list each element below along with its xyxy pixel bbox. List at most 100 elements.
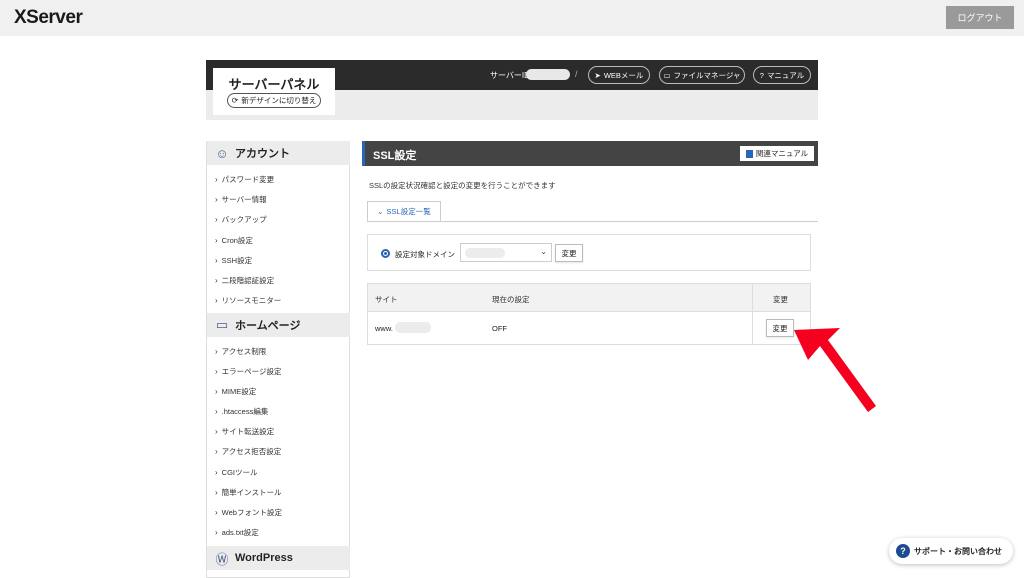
help-circle-icon: ?: [896, 544, 910, 558]
sidebar-item-label: Cron設定: [221, 236, 253, 245]
sidebar: ☺ アカウント › パスワード変更 › サーバー情報 › バックアップ › Cron設定…: [206, 141, 350, 578]
sidebar-item-label: CGIツール: [221, 468, 258, 477]
related-manual-button[interactable]: 関連マニュアル: [740, 146, 814, 161]
webmail-button[interactable]: ➤ WEBメール: [588, 66, 650, 84]
logout-button[interactable]: ログアウト: [946, 6, 1014, 29]
sidebar-item-ads-txt[interactable]: › ads.txt設定: [215, 527, 259, 538]
sidebar-item-label: サーバー情報: [221, 195, 267, 204]
chevron-right-icon: ›: [215, 468, 218, 477]
sidebar-item-label: アクセス制限: [221, 347, 267, 356]
sidebar-item-easy-install[interactable]: › 簡単インストール: [215, 487, 282, 498]
chevron-right-icon: ›: [215, 195, 218, 204]
server-id-value: [526, 69, 570, 80]
send-icon: ➤: [594, 70, 601, 80]
chevron-right-icon: ›: [215, 347, 218, 356]
domain-value: [465, 248, 505, 258]
domain-select[interactable]: ⌄: [460, 243, 552, 262]
sidebar-item-label: バックアップ: [221, 215, 267, 224]
sidebar-item-error-page[interactable]: › エラーページ設定: [215, 366, 282, 377]
sidebar-item-access-deny[interactable]: › アクセス拒否設定: [215, 446, 281, 457]
sidebar-item-label: サイト転送設定: [221, 427, 275, 436]
chevron-right-icon: ›: [215, 427, 218, 436]
sidebar-item-backup[interactable]: › バックアップ: [215, 214, 267, 225]
cell-site: www.: [375, 324, 393, 333]
ssl-title-bar: SSL設定 関連マニュアル: [362, 141, 818, 166]
manual-button[interactable]: ? マニュアル: [753, 66, 811, 84]
red-arrow-pointer: [794, 328, 876, 412]
cell-status: OFF: [492, 324, 507, 333]
chevron-right-icon: ›: [215, 508, 218, 517]
domain-change-button[interactable]: 変更: [555, 244, 583, 262]
sidebar-item-server-info[interactable]: › サーバー情報: [215, 194, 267, 205]
support-button[interactable]: ? サポート・お問い合わせ: [889, 538, 1013, 564]
sidebar-item-password[interactable]: › パスワード変更: [215, 174, 274, 185]
domain-radio[interactable]: [381, 249, 390, 258]
sidebar-item-htaccess[interactable]: › .htaccess編集: [215, 406, 268, 417]
sidebar-item-ssh[interactable]: › SSH設定: [215, 255, 252, 266]
site-domain-value: [395, 322, 431, 333]
sidebar-item-label: SSH設定: [221, 256, 253, 265]
sidebar-item-site-redirect[interactable]: › サイト転送設定: [215, 426, 274, 437]
chevron-right-icon: ›: [215, 447, 218, 456]
description-text: SSLの設定状況確認と設定の変更を行うことができます: [369, 181, 556, 190]
help-circle-icon: ?: [759, 70, 764, 80]
chevron-right-icon: ›: [215, 528, 218, 537]
separator: /: [575, 69, 578, 79]
sidebar-item-label: 簡単インストール: [221, 488, 282, 497]
sidebar-item-label: .htaccess編集: [221, 407, 269, 416]
chevron-right-icon: ›: [215, 215, 218, 224]
wordpress-icon: Ⓦ: [215, 551, 229, 567]
folder-icon: ▭: [663, 70, 671, 80]
sidebar-item-two-factor[interactable]: › 二段階認証設定: [215, 275, 274, 286]
tab-ssl-list[interactable]: ⌄ SSL設定一覧: [367, 201, 441, 222]
top-bar: XServer ログアウト: [0, 0, 1024, 36]
sidebar-item-label: リソースモニター: [221, 296, 282, 305]
domain-selector-box: 設定対象ドメイン ⌄ 変更: [367, 234, 811, 271]
chevron-right-icon: ›: [215, 387, 218, 396]
table-header: サイト 現在の設定 変更: [368, 284, 810, 312]
sidebar-item-label: Webフォント設定: [221, 508, 282, 517]
chevron-down-icon: ⌄: [540, 247, 547, 256]
chevron-right-icon: ›: [215, 296, 218, 305]
sidebar-item-access-restriction[interactable]: › アクセス制限: [215, 346, 266, 357]
sidebar-section-account: ☺ アカウント: [207, 141, 350, 165]
book-icon: [745, 149, 753, 158]
column-header-current: 現在の設定: [492, 295, 530, 304]
sidebar-section-homepage: ▭ ホームページ: [207, 313, 350, 337]
chevron-right-icon: ›: [215, 367, 218, 376]
file-manager-button[interactable]: ▭ ファイルマネージャ: [659, 66, 745, 84]
page-title: サーバーパネル: [228, 77, 320, 92]
chevron-right-icon: ›: [215, 236, 218, 245]
new-design-button[interactable]: ⟳ 新デザインに切り替え: [227, 93, 321, 108]
sidebar-section-title: アカウント: [235, 148, 290, 160]
sidebar-item-label: アクセス拒否設定: [221, 447, 282, 456]
sidebar-item-label: ads.txt設定: [221, 528, 259, 537]
chevron-right-icon: ›: [215, 175, 218, 184]
sidebar-item-label: 二段階認証設定: [221, 276, 275, 285]
chevron-right-icon: ›: [215, 276, 218, 285]
tab-label: SSL設定一覧: [386, 206, 431, 216]
server-panel-header: サーバーID / ➤ WEBメール ▭ ファイルマネージャ ? マニュアル サー…: [206, 60, 818, 120]
column-divider: [752, 284, 753, 344]
sidebar-item-resource-monitor[interactable]: › リソースモニター: [215, 295, 281, 306]
server-id-label: サーバーID: [490, 71, 530, 80]
sidebar-section-title: WordPress: [235, 552, 293, 564]
arrow-shape: [794, 328, 876, 412]
new-design-label: 新デザインに切り替え: [241, 96, 317, 105]
sidebar-section-title: ホームページ: [235, 320, 301, 332]
column-header-change: 変更: [773, 295, 788, 304]
sidebar-item-label: エラーページ設定: [221, 367, 282, 376]
panel-title-box: サーバーパネル ⟳ 新デザインに切り替え: [213, 68, 335, 115]
chevron-right-icon: ›: [215, 256, 218, 265]
chevron-down-icon: ⌄: [377, 206, 384, 216]
sidebar-item-cron[interactable]: › Cron設定: [215, 235, 253, 246]
xserver-logo[interactable]: XServer: [14, 7, 83, 29]
column-header-site: サイト: [375, 295, 398, 304]
support-label: サポート・お問い合わせ: [914, 546, 1002, 556]
sidebar-item-cgi[interactable]: › CGIツール: [215, 467, 258, 478]
related-manual-label: 関連マニュアル: [755, 149, 809, 158]
sidebar-item-webfont[interactable]: › Webフォント設定: [215, 507, 282, 518]
sidebar-item-mime[interactable]: › MIME設定: [215, 386, 256, 397]
chevron-right-icon: ›: [215, 488, 218, 497]
refresh-icon: ⟳: [231, 96, 239, 105]
